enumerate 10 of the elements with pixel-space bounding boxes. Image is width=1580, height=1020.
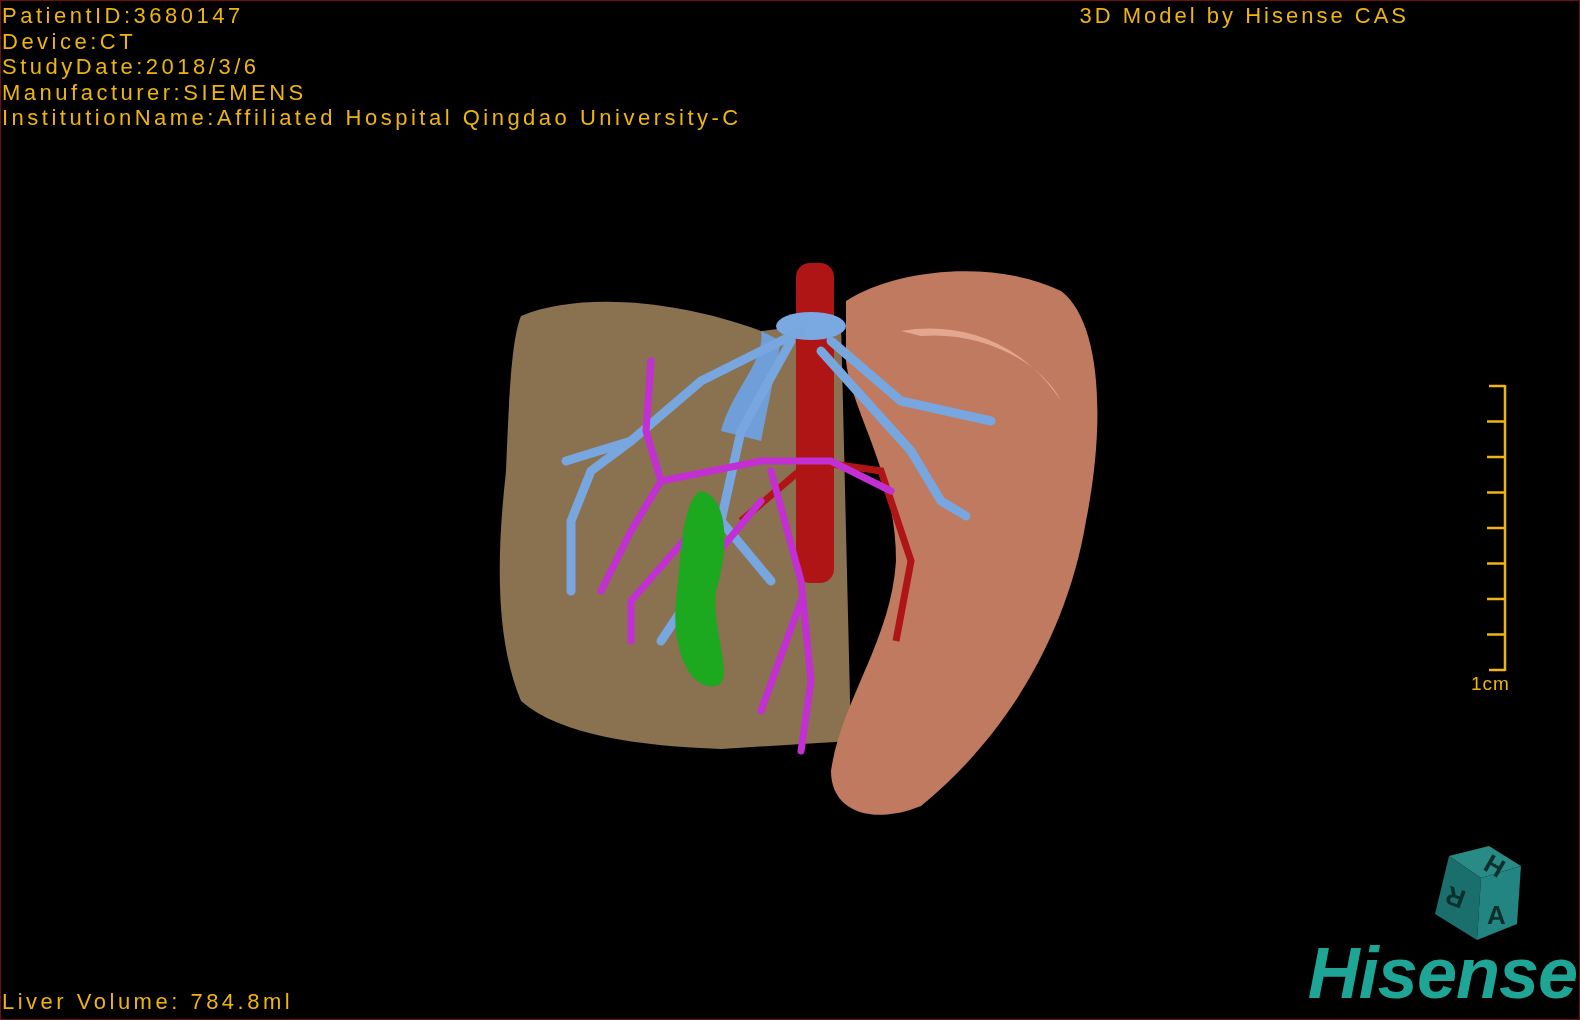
model-title: 3D Model by Hisense CAS xyxy=(1079,3,1409,29)
logo: Hisense xyxy=(1307,941,1577,1005)
study-info-line: StudyDate:2018/3/6 xyxy=(2,54,261,80)
scale-label: 1cm xyxy=(1471,673,1510,695)
study-info-line: Manufacturer:SIEMENS xyxy=(2,79,308,105)
study-info-line: InstitutionName:Affiliated Hospital Qingdao University-C xyxy=(2,105,742,131)
study-info-line: Device:CT xyxy=(2,28,138,54)
liver-volume: Liver Volume: 784.8ml xyxy=(2,989,294,1015)
orientation-cube[interactable]: H R A xyxy=(1435,846,1521,940)
study-info-line: PatientID:3680147 xyxy=(2,3,245,29)
